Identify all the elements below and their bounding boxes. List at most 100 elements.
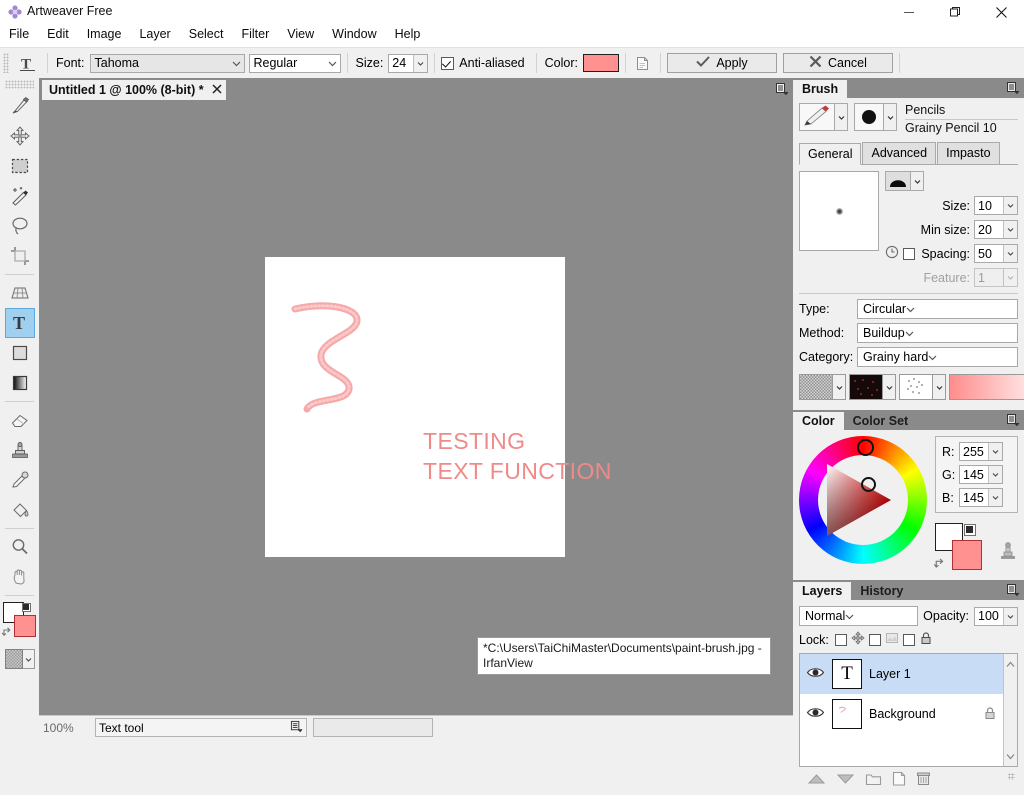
menu-item-filter[interactable]: Filter: [232, 24, 278, 44]
hue-selector-handle[interactable]: [857, 439, 874, 456]
tab-layers[interactable]: Layers: [793, 582, 852, 600]
brush-shape-dropdown[interactable]: [911, 171, 924, 191]
menu-item-layer[interactable]: Layer: [130, 24, 179, 44]
spinner-button[interactable]: [1003, 607, 1017, 625]
menu-item-edit[interactable]: Edit: [38, 24, 78, 44]
document-tab[interactable]: Untitled 1 @ 100% (8-bit) *: [42, 80, 226, 100]
font-style-select[interactable]: Regular: [248, 53, 341, 73]
layer-list[interactable]: T Layer 1 Background: [799, 653, 1018, 767]
layer-visibility-icon[interactable]: [806, 706, 825, 722]
spinner-button[interactable]: [988, 489, 1002, 506]
menu-item-select[interactable]: Select: [180, 24, 233, 44]
rectangular-select-tool[interactable]: [5, 151, 35, 181]
menu-item-view[interactable]: View: [278, 24, 323, 44]
layer-name[interactable]: Background: [869, 707, 976, 721]
brush-preset-dropdown[interactable]: [835, 103, 848, 131]
magic-wand-tool[interactable]: [5, 181, 35, 211]
saturation-selector-handle[interactable]: [861, 477, 876, 492]
gradient-swatch[interactable]: [949, 374, 1024, 400]
menu-item-file[interactable]: File: [0, 24, 38, 44]
tab-advanced[interactable]: Advanced: [862, 142, 937, 164]
move-layer-up-button[interactable]: [807, 773, 826, 788]
spinner-button[interactable]: [988, 466, 1002, 483]
swap-colors-icon[interactable]: [1, 626, 13, 641]
paper-texture-swatch[interactable]: [799, 374, 833, 400]
chevron-down-icon[interactable]: [883, 374, 896, 400]
tab-brush[interactable]: Brush: [793, 80, 848, 98]
tool-palette-grip[interactable]: [5, 80, 34, 89]
font-family-select[interactable]: Tahoma: [89, 53, 245, 73]
table-row[interactable]: Background: [800, 694, 1003, 734]
panel-menu-icon[interactable]: [1006, 81, 1020, 98]
cancel-button[interactable]: Cancel: [782, 53, 893, 73]
default-colors-icon[interactable]: [964, 524, 976, 536]
toolbar-grip[interactable]: [3, 53, 9, 73]
canvas-text-line-2[interactable]: TEXT FUNCTION: [423, 458, 612, 485]
spinner-button[interactable]: [1003, 221, 1017, 238]
tab-color[interactable]: Color: [793, 412, 844, 430]
canvas[interactable]: [265, 257, 565, 557]
green-input[interactable]: 145: [959, 465, 1003, 484]
texture-swatch-icon[interactable]: [4, 649, 24, 669]
lock-all-checkbox[interactable]: [902, 633, 915, 646]
clone-stamp-tool[interactable]: [5, 435, 35, 465]
table-row[interactable]: T Layer 1: [800, 654, 1003, 694]
menu-item-help[interactable]: Help: [386, 24, 430, 44]
paper-texture-selector[interactable]: [799, 374, 846, 400]
layer-thumbnail[interactable]: [832, 699, 862, 729]
brush-size-input[interactable]: 10: [974, 196, 1018, 215]
lasso-tool[interactable]: [5, 211, 35, 241]
layer-list-scrollbar[interactable]: [1003, 654, 1017, 766]
opacity-input[interactable]: 100: [974, 606, 1018, 626]
color-stamp-icon[interactable]: [999, 540, 1017, 563]
layer-name[interactable]: Layer 1: [869, 667, 997, 681]
font-size-input[interactable]: 24: [388, 53, 429, 73]
color-wheel[interactable]: [799, 436, 927, 564]
spinner-button[interactable]: [988, 443, 1002, 460]
spinner-button[interactable]: [1003, 197, 1017, 214]
document-icon[interactable]: [632, 52, 654, 74]
panel-menu-icon[interactable]: [1006, 413, 1020, 430]
tab-history[interactable]: History: [851, 582, 912, 600]
spinner-button[interactable]: [1003, 245, 1017, 262]
gradient-tool[interactable]: [5, 368, 35, 398]
round-tip-icon[interactable]: [854, 103, 884, 131]
canvas-area[interactable]: TESTING TEXT FUNCTION *C:\Users\TaiChiMa…: [39, 100, 793, 715]
paint-bucket-tool[interactable]: [5, 495, 35, 525]
pattern-texture-swatch[interactable]: [899, 374, 933, 400]
tab-general[interactable]: General: [799, 143, 862, 165]
pencil-preview-icon[interactable]: [799, 103, 835, 131]
zoom-tool[interactable]: [5, 532, 35, 562]
resize-grip[interactable]: [1008, 773, 1015, 780]
scroll-down-icon[interactable]: [1006, 749, 1015, 763]
lock-transparency-checkbox[interactable]: [834, 633, 847, 646]
panel-menu-icon[interactable]: [775, 82, 789, 99]
chevron-down-icon[interactable]: [833, 374, 846, 400]
eraser-tool[interactable]: [5, 405, 35, 435]
menu-item-image[interactable]: Image: [78, 24, 131, 44]
swap-colors-icon[interactable]: [933, 557, 946, 573]
tool-texture-selector[interactable]: [4, 648, 35, 670]
red-input[interactable]: 255: [959, 442, 1003, 461]
pattern-texture-selector[interactable]: [899, 374, 946, 400]
chevron-down-icon[interactable]: [933, 374, 946, 400]
tab-color-set[interactable]: Color Set: [844, 412, 918, 430]
delete-layer-button[interactable]: [916, 771, 931, 789]
scroll-up-icon[interactable]: [1006, 657, 1015, 671]
spinner-button[interactable]: [413, 54, 428, 72]
new-group-button[interactable]: [865, 772, 882, 789]
eyedropper-tool[interactable]: [5, 465, 35, 495]
grain-texture-swatch[interactable]: [849, 374, 883, 400]
tool-color-wells[interactable]: [1, 602, 37, 641]
default-colors-icon[interactable]: [21, 603, 31, 612]
layer-thumbnail[interactable]: T: [832, 659, 862, 689]
maximize-button[interactable]: [932, 0, 978, 24]
canvas-text-line-1[interactable]: TESTING: [423, 428, 525, 455]
tab-impasto[interactable]: Impasto: [937, 142, 1000, 164]
perspective-tool[interactable]: [5, 278, 35, 308]
brush-shape-icon[interactable]: [885, 171, 911, 191]
clock-icon[interactable]: [885, 245, 899, 262]
spacing-timing-checkbox[interactable]: [903, 247, 915, 260]
layer-visibility-icon[interactable]: [806, 666, 825, 682]
text-color-swatch[interactable]: [582, 54, 619, 72]
